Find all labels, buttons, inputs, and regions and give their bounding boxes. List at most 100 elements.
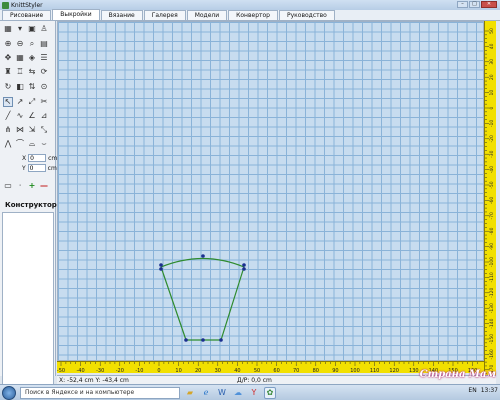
curve-icon[interactable]: ∿ — [15, 111, 25, 121]
open-pattern-icon[interactable]: ▦ — [3, 24, 13, 34]
ruler-label: -90 — [489, 243, 495, 250]
angle-icon[interactable]: ∠ — [27, 111, 37, 121]
shift-icon[interactable]: ⇲ — [27, 125, 37, 135]
target-icon[interactable]: ⊙ — [39, 82, 49, 92]
pattern-point[interactable] — [159, 267, 163, 271]
pattern-shape — [159, 254, 246, 342]
cursor-coordinates: X: -52,4 cm Y: -43,4 cm — [59, 376, 129, 384]
node-select-icon[interactable]: ↗ — [15, 97, 25, 107]
tool-row-shapes: ⋀ ⌒ ⌓ ⌣ — [3, 139, 49, 149]
zoom-out-icon[interactable]: ⊖ — [15, 39, 25, 49]
pattern-outline[interactable] — [160, 266, 245, 341]
tray-language[interactable]: EN — [468, 387, 476, 394]
grid-icon[interactable]: ▦ — [15, 53, 25, 63]
word-icon[interactable]: W — [216, 387, 228, 399]
dr-readout: Д/Р: 0,0 cm — [237, 376, 272, 384]
save-icon[interactable]: ▣ — [27, 24, 37, 34]
ruler-label: 0 — [157, 368, 160, 374]
ruler-label: -40 — [489, 166, 495, 173]
search-placeholder: Поиск в Яндексе и на компьютере — [25, 389, 135, 396]
tab-drawing[interactable]: Рисование — [2, 10, 52, 20]
pattern-point[interactable] — [159, 263, 163, 267]
layers-icon[interactable]: ☰ — [39, 53, 49, 63]
stretch-icon[interactable]: ⤡ — [39, 125, 49, 135]
vertical-ruler-ticks: 50 40 30 20 10 0 -10 -20 -30 -40 -50 -60 -70 -80 -90 -1… — [485, 28, 495, 375]
figure-back-icon[interactable]: ♖ — [15, 67, 25, 77]
zoom-fit-icon[interactable]: ⌕ — [27, 39, 37, 49]
ie-icon[interactable]: ℯ — [200, 387, 212, 399]
pattern-canvas[interactable] — [57, 21, 484, 361]
tool-sidebar: ▦ ▾ ▣ ♙ ⊕ ⊖ ⌕ ▤ ✥ ▦ ◈ ☰ ♜ ♖ ⇆ ⟳ ↻ ◧ ⇅ ⊙ … — [0, 21, 57, 395]
tab-gallery[interactable]: Галерея — [143, 10, 186, 20]
maximize-button[interactable]: □ — [469, 1, 480, 8]
measure-icon[interactable]: ⊿ — [39, 111, 49, 121]
print-icon[interactable]: ▤ — [39, 39, 49, 49]
windows-taskbar: Поиск в Яндексе и на компьютере ▰ ℯ W ☁ … — [0, 384, 500, 400]
ruler-label: 70 — [293, 368, 299, 374]
tool-row-zoom: ⊕ ⊖ ⌕ ▤ — [3, 39, 49, 49]
tab-manual[interactable]: Руководство — [279, 10, 335, 20]
delete-node-icon[interactable]: ✂ — [39, 97, 49, 107]
ruler-label: 90 — [332, 368, 338, 374]
node-icon[interactable]: ⋅ — [15, 181, 25, 191]
line-icon[interactable]: ╱ — [3, 111, 13, 121]
add-icon[interactable]: + — [27, 181, 37, 191]
neckline-curve[interactable] — [160, 257, 245, 268]
split-icon[interactable]: ⋔ — [3, 125, 13, 135]
figure-front-icon[interactable]: ♜ — [3, 67, 13, 77]
join-icon[interactable]: ⋈ — [15, 125, 25, 135]
yandex-icon[interactable]: Y — [248, 387, 260, 399]
mirror-icon[interactable]: ⇆ — [27, 67, 37, 77]
pattern-point[interactable] — [201, 254, 205, 258]
ruler-label: -110 — [489, 272, 495, 282]
y-input[interactable] — [27, 164, 46, 172]
select-icon[interactable]: ↖ — [3, 97, 13, 107]
tool-row-figure: ♜ ♖ ⇆ ⟳ — [3, 67, 49, 77]
x-input[interactable] — [28, 154, 47, 162]
flip-icon[interactable]: ⇅ — [27, 82, 37, 92]
color-icon[interactable]: ◈ — [27, 53, 37, 63]
page-icon[interactable]: ▭ — [3, 181, 13, 191]
ruler-label: -10 — [489, 120, 495, 127]
designer-label: Конструктор — [5, 201, 57, 209]
ruler-label: -20 — [489, 135, 495, 142]
minimize-button[interactable]: – — [457, 1, 468, 8]
dropdown-icon[interactable]: ▾ — [15, 24, 25, 34]
pattern-point[interactable] — [184, 338, 188, 342]
pattern-point[interactable] — [201, 338, 205, 342]
close-button[interactable]: ✕ — [481, 1, 497, 8]
add-node-icon[interactable]: ⤢ — [27, 97, 37, 107]
ruler-label: 30 — [215, 368, 221, 374]
darts-icon[interactable]: ⋀ — [3, 139, 13, 149]
hem-icon[interactable]: ⌣ — [39, 139, 49, 149]
cloud-icon[interactable]: ☁ — [232, 387, 244, 399]
ruler-label: -30 — [489, 150, 495, 157]
armhole-icon[interactable]: ⌓ — [27, 139, 37, 149]
bucket-icon[interactable]: ◧ — [15, 82, 25, 92]
refresh-icon[interactable]: ↻ — [3, 82, 13, 92]
taskbar-search[interactable]: Поиск в Яндексе и на компьютере — [20, 386, 180, 399]
tray-clock[interactable]: 13:37 — [481, 387, 498, 394]
remove-icon[interactable]: — — [39, 181, 49, 191]
pattern-point[interactable] — [242, 267, 246, 271]
tool-row-view: ✥ ▦ ◈ ☰ — [3, 53, 49, 63]
knittstyler-icon[interactable]: ✿ — [264, 386, 276, 399]
folder-icon[interactable]: ▰ — [184, 387, 196, 399]
ruler-label: -20 — [116, 368, 124, 374]
designer-panel[interactable] — [2, 212, 54, 395]
rotate-icon[interactable]: ⟳ — [39, 67, 49, 77]
zoom-in-icon[interactable]: ⊕ — [3, 39, 13, 49]
ruler-label: -50 — [57, 368, 65, 374]
window-controls: – □ ✕ — [457, 1, 497, 8]
pattern-point[interactable] — [219, 338, 223, 342]
pattern-point[interactable] — [242, 263, 246, 267]
start-button[interactable] — [2, 385, 16, 400]
tab-models[interactable]: Модели — [186, 10, 228, 20]
tab-patterns[interactable]: Выкройки — [52, 9, 100, 20]
neckline-icon[interactable]: ⌒ — [15, 139, 25, 149]
tab-converter[interactable]: Конвертор — [228, 10, 278, 20]
move-icon[interactable]: ✥ — [3, 53, 13, 63]
app-icon — [2, 1, 9, 9]
wizard-icon[interactable]: ♙ — [39, 24, 49, 34]
tab-knitting[interactable]: Вязание — [100, 10, 143, 20]
